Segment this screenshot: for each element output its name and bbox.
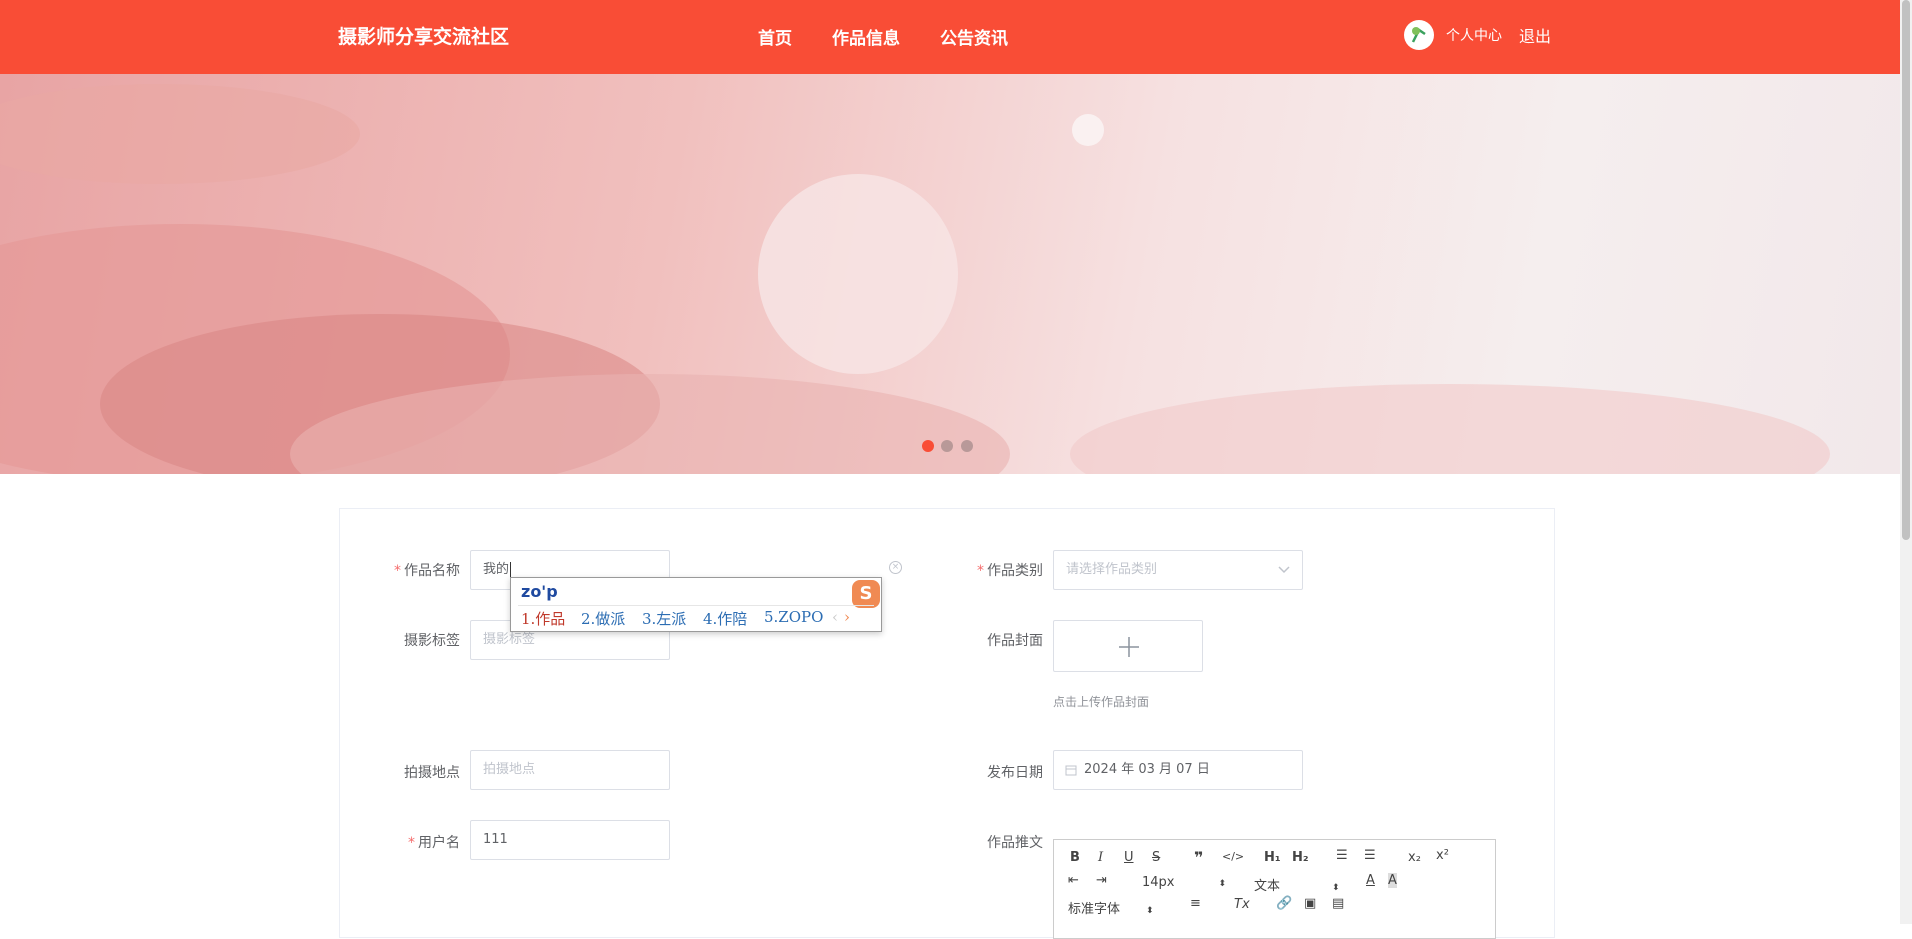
cover-tip: 点击上传作品封面 [1053, 695, 1150, 709]
ime-next-icon[interactable]: › [844, 608, 850, 626]
subscript-button[interactable]: x₂ [1408, 850, 1421, 865]
username-label: * 用户名 [408, 835, 460, 851]
clear-format-icon[interactable]: Tx [1234, 897, 1250, 912]
blockquote-icon[interactable]: ❞ [1194, 848, 1203, 867]
ime-candidate-2[interactable]: 2.做派 [581, 608, 625, 629]
location-input[interactable]: 拍摄地点 [470, 750, 670, 790]
category-label: * 作品类别 [977, 563, 1043, 579]
banner-image [0, 84, 1830, 474]
content-label: 作品推文 [987, 835, 1043, 851]
cover-upload[interactable] [1053, 620, 1203, 672]
ime-candidate-3[interactable]: 3.左派 [642, 608, 686, 629]
carousel-dot-3[interactable] [961, 440, 973, 452]
logout-link[interactable]: 退出 [1519, 23, 1551, 47]
bold-button[interactable]: B [1070, 850, 1080, 865]
location-label: 拍摄地点 [404, 765, 460, 781]
strike-button[interactable]: S [1152, 850, 1160, 865]
date-label: 发布日期 [987, 765, 1043, 781]
nav-works[interactable]: 作品信息 [832, 24, 900, 49]
code-icon[interactable]: </> [1222, 850, 1244, 863]
chevron-down-icon [1278, 566, 1290, 574]
username-input[interactable]: 111 [470, 820, 670, 860]
ime-candidate-4[interactable]: 4.作陪 [703, 608, 747, 629]
indent-icon[interactable]: ⇥ [1096, 873, 1107, 888]
italic-button[interactable]: I [1098, 850, 1103, 865]
ime-candidate-1[interactable]: 1.作品 [521, 608, 565, 629]
category-select[interactable]: 请选择作品类别 [1053, 550, 1303, 590]
video-icon[interactable]: ▤ [1332, 896, 1344, 911]
sogou-logo-icon: S [852, 580, 880, 608]
font-family-select[interactable]: 标准字体 ⬍ [1068, 898, 1154, 917]
carousel-dot-2[interactable] [941, 440, 953, 452]
image-icon[interactable]: ▣ [1304, 896, 1316, 911]
calendar-icon [1065, 765, 1077, 776]
scrollbar-thumb[interactable] [1902, 0, 1910, 540]
ime-candidate-window: zo'p S 1.作品 2.做派 3.左派 4.作陪 5.ZOPO ‹ › [510, 577, 882, 632]
text-type-select[interactable]: 文本 ⬍ [1254, 875, 1340, 894]
font-size-select[interactable]: 14px ⬍ [1142, 875, 1226, 890]
plus-icon [1119, 637, 1139, 657]
avatar[interactable] [1404, 20, 1434, 50]
carousel-dot-1[interactable] [922, 440, 934, 452]
date-picker[interactable]: 2024 年 03 月 07 日 [1053, 750, 1303, 790]
user-center-link[interactable]: 个人中心 [1446, 25, 1502, 45]
tags-label: 摄影标签 [404, 633, 460, 649]
heading2-button[interactable]: H₂ [1292, 850, 1309, 865]
heading1-button[interactable]: H₁ [1264, 850, 1281, 865]
clear-icon[interactable]: × [889, 561, 902, 574]
ime-divider [518, 605, 874, 606]
page-scrollbar[interactable] [1900, 0, 1912, 924]
title-label: * 作品名称 [394, 563, 460, 579]
ime-composition: zo'p [521, 582, 558, 601]
nav-news[interactable]: 公告资讯 [940, 24, 1008, 49]
site-brand[interactable]: 摄影师分享交流社区 [338, 22, 509, 49]
cover-label: 作品封面 [987, 633, 1043, 649]
align-icon[interactable]: ≡ [1190, 896, 1201, 911]
carousel-indicators [0, 440, 1900, 454]
banner-carousel [0, 74, 1900, 474]
rich-text-editor[interactable]: B I U S ❞ </> H₁ H₂ ☰ ☰ x₂ x² ⇤ ⇥ 14px ⬍ … [1053, 839, 1496, 939]
outdent-icon[interactable]: ⇤ [1068, 873, 1079, 888]
ime-candidate-5[interactable]: 5.ZOPO [764, 608, 823, 626]
nav-home[interactable]: 首页 [758, 24, 792, 49]
superscript-button[interactable]: x² [1436, 848, 1449, 863]
link-icon[interactable]: 🔗 [1276, 896, 1292, 911]
top-navbar: 摄影师分享交流社区 首页 作品信息 公告资讯 个人中心 退出 [0, 0, 1900, 74]
ime-prev-icon[interactable]: ‹ [832, 608, 838, 626]
font-color-icon[interactable]: A [1366, 873, 1375, 888]
underline-button[interactable]: U [1124, 850, 1134, 865]
background-color-icon[interactable]: A [1388, 873, 1397, 888]
bullet-list-icon[interactable]: ☰ [1364, 848, 1376, 863]
ordered-list-icon[interactable]: ☰ [1336, 848, 1348, 863]
